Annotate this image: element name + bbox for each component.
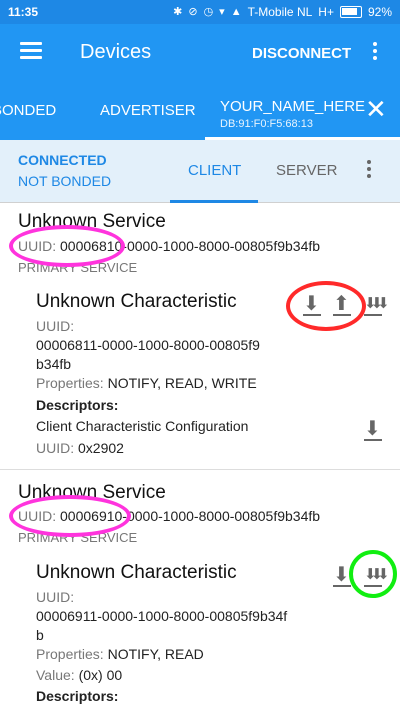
carrier-label: T-Mobile NL — [247, 5, 313, 19]
signal-icon: ▲ — [230, 6, 242, 18]
characteristic-uuid: 00006911-0000-1000-8000-00805f9b34f — [36, 608, 288, 624]
device-tabs: BONDED ADVERTISER YOUR_NAME_HERE DB:91:F… — [0, 84, 400, 140]
descriptors-heading: Descriptors: — [36, 688, 119, 704]
descriptors-heading: Descriptors: — [36, 397, 119, 413]
more-vert-icon[interactable] — [364, 160, 374, 181]
characteristic-uuid-label: UUID: — [36, 318, 75, 334]
mute-icon: ⊘ — [188, 6, 198, 18]
page-title: Devices — [80, 41, 152, 63]
bond-state: NOT BONDED — [18, 173, 112, 189]
annotation-circle-notify — [349, 550, 397, 598]
status-time: 11:35 — [8, 5, 39, 19]
tab-advertiser[interactable]: ADVERTISER — [100, 102, 196, 119]
more-vert-icon[interactable] — [368, 42, 382, 64]
tab-bonded[interactable]: BONDED — [0, 102, 56, 119]
characteristic-uuid-cont: b — [36, 627, 44, 643]
service-divider — [0, 469, 400, 470]
tab-server[interactable]: SERVER — [276, 162, 337, 179]
battery-level: 92% — [367, 5, 392, 19]
annotation-circle-uuid — [9, 495, 131, 537]
app-bar: Devices DISCONNECT — [0, 24, 400, 84]
network-type: H+ — [318, 5, 334, 19]
characteristic-title: Unknown Characteristic — [36, 291, 237, 312]
device-name: YOUR_NAME_HERE — [220, 98, 366, 115]
annotation-circle-uuid — [9, 225, 125, 267]
disconnect-button[interactable]: DISCONNECT — [252, 45, 351, 62]
notify-icon[interactable]: ⬇⬇⬇ — [364, 294, 390, 316]
bluetooth-icon: ✱ — [173, 6, 183, 18]
client-tab-indicator — [170, 200, 258, 203]
battery-icon — [339, 6, 362, 18]
read-icon[interactable]: ⬇ — [333, 565, 351, 587]
device-address: DB:91:F0:F5:68:13 — [220, 118, 313, 130]
descriptor-uuid: UUID: 0x2902 — [36, 440, 124, 456]
characteristic-uuid: 00006811-0000-1000-8000-00805f9 — [36, 337, 260, 353]
descriptor-name: Client Characteristic Configuration — [36, 418, 249, 434]
characteristic-uuid-label: UUID: — [36, 589, 75, 605]
status-bar: 11:35 ✱ ⊘ ◷ ▾ ▲ T-Mobile NL H+ 92% — [0, 0, 400, 24]
characteristic-value: Value: (0x) 00 — [36, 667, 123, 683]
alarm-icon: ◷ — [203, 6, 214, 18]
read-icon[interactable]: ⬇ — [364, 419, 382, 441]
tab-client[interactable]: CLIENT — [188, 162, 241, 179]
characteristic-uuid-cont: b34fb — [36, 356, 72, 372]
characteristic-properties: Properties: NOTIFY, READ — [36, 646, 204, 662]
connection-bar: CONNECTED NOT BONDED CLIENT SERVER — [0, 140, 400, 203]
characteristic-title: Unknown Characteristic — [36, 562, 237, 583]
status-icons: ✱ ⊘ ◷ ▾ ▲ T-Mobile NL H+ 92% — [173, 5, 392, 19]
tab-device[interactable]: YOUR_NAME_HERE DB:91:F0:F5:68:13 ✕ — [205, 92, 400, 140]
wifi-icon: ▾ — [219, 6, 225, 18]
characteristic-properties: Properties: NOTIFY, READ, WRITE — [36, 375, 257, 391]
annotation-circle-read-write — [286, 281, 366, 331]
connection-state: CONNECTED — [18, 152, 107, 168]
menu-icon[interactable] — [20, 42, 42, 60]
close-icon[interactable]: ✕ — [365, 94, 387, 124]
